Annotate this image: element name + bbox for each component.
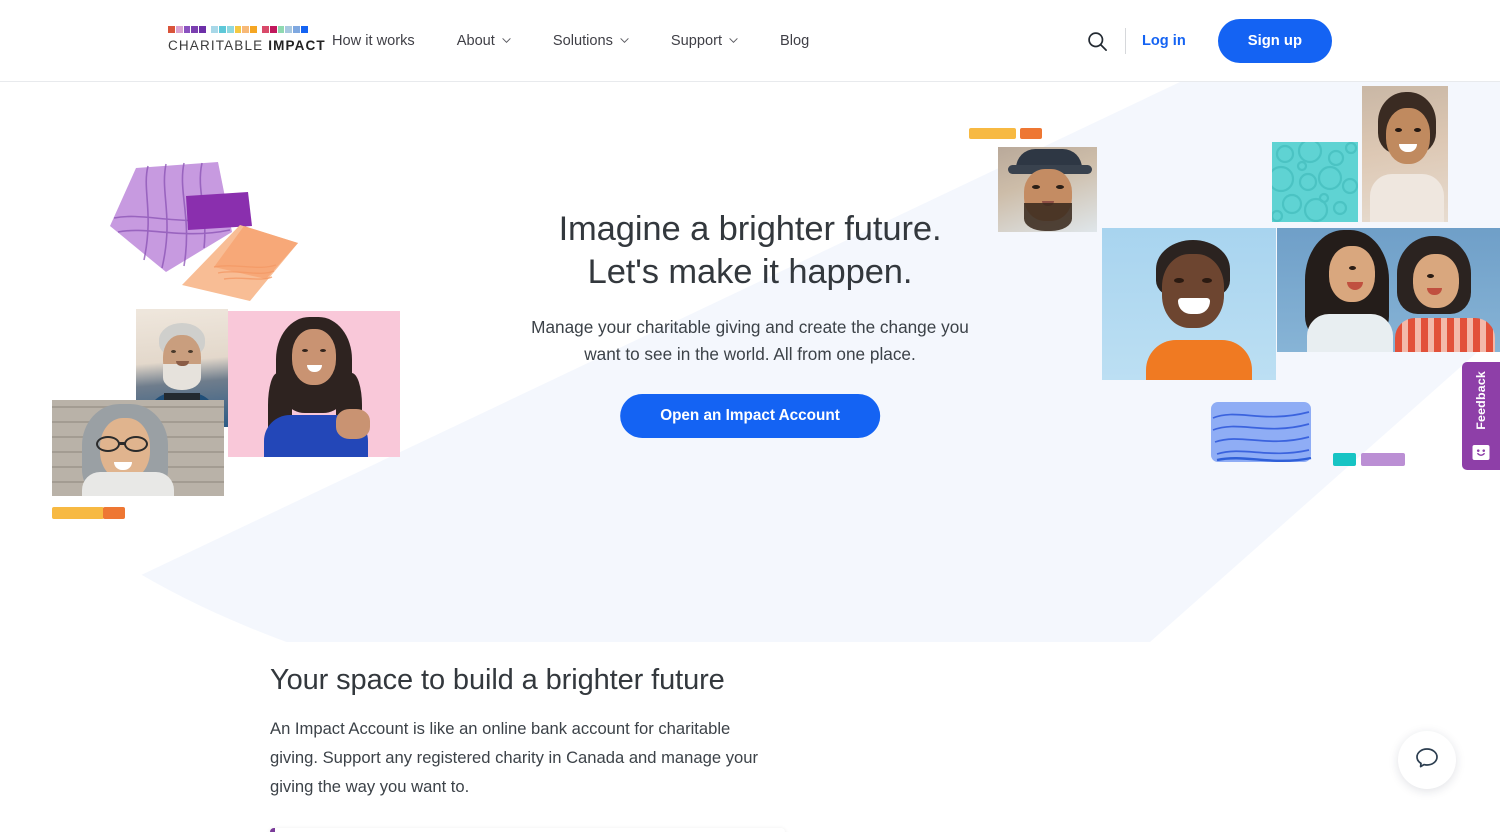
section-heading: Your space to build a brighter future [270, 664, 725, 696]
logo-word-impact: IMPACT [268, 38, 326, 53]
chevron-down-icon [502, 36, 511, 45]
chevron-down-icon [729, 36, 738, 45]
nav-item-support[interactable]: Support [671, 33, 764, 49]
feature-card[interactable] [270, 828, 785, 832]
header-divider [1124, 28, 1126, 54]
logo-wordmark: CHARITABLE IMPACT [168, 38, 325, 53]
section-body: An Impact Account is like an online bank… [270, 714, 775, 801]
open-impact-account-button[interactable]: Open an Impact Account [620, 394, 880, 438]
nav-item-how-it-works[interactable]: How it works [332, 33, 441, 49]
chevron-down-icon [620, 36, 629, 45]
login-link[interactable]: Log in [1142, 33, 1186, 49]
section-body-line-2: giving. Support any registered charity i… [270, 748, 722, 767]
search-icon[interactable] [1081, 24, 1115, 58]
section-body-line-1: An Impact Account is like an online bank… [270, 719, 731, 738]
nav-label-about: About [456, 33, 495, 49]
logo-word-charitable: CHARITABLE [168, 38, 264, 53]
feedback-label: Feedback [1474, 371, 1488, 430]
hero-heading-line-1: Imagine a brighter future. [558, 210, 942, 248]
hero-subtext: Manage your charitable giving and create… [530, 314, 970, 368]
chat-bubble-icon [1414, 745, 1440, 776]
nav-item-blog[interactable]: Blog [780, 33, 809, 49]
signup-button[interactable]: Sign up [1217, 19, 1332, 63]
nav-label-solutions: Solutions [552, 33, 613, 49]
hero-subtext-line-1: Manage your charitable giving and create… [531, 317, 937, 337]
nav-label-how-it-works: How it works [332, 33, 415, 49]
hero-heading-line-2: Let's make it happen. [587, 253, 913, 291]
header-actions: Log in Sign up [1081, 0, 1332, 82]
nav-item-solutions[interactable]: Solutions [553, 33, 655, 49]
nav-label-support: Support [670, 33, 723, 49]
nav-item-about[interactable]: About [457, 33, 537, 49]
site-logo[interactable]: CHARITABLE IMPACT [168, 26, 325, 53]
feedback-tab[interactable]: Feedback [1462, 362, 1500, 470]
hero-heading: Imagine a brighter future. Let's make it… [400, 208, 1100, 294]
logo-swatch-row [168, 26, 308, 33]
site-header: CHARITABLE IMPACT How it works About Sol… [0, 0, 1500, 82]
nav-label-blog: Blog [780, 33, 810, 49]
main-navigation: How it works About Solutions Support Blo… [332, 0, 809, 82]
chat-bubble-button[interactable] [1398, 731, 1456, 789]
page-root: CHARITABLE IMPACT How it works About Sol… [0, 0, 1500, 832]
smiley-face-icon [1472, 445, 1490, 460]
